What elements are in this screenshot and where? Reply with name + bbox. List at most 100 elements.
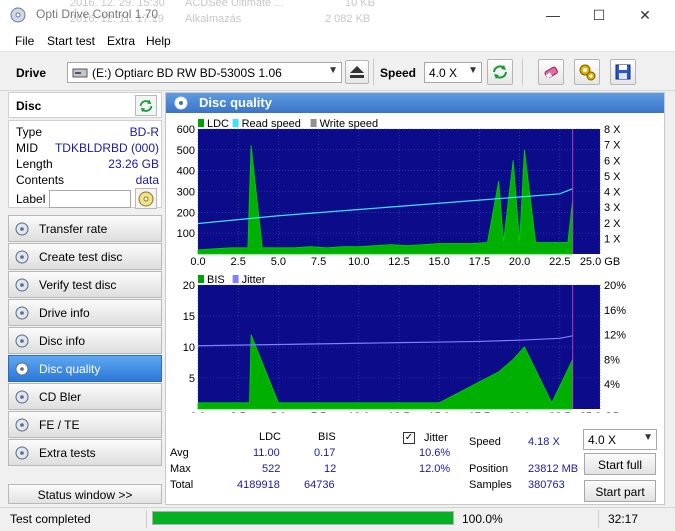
- ldc-chart-x-tick: 20.0: [509, 256, 530, 268]
- toolbar-separator: [522, 59, 523, 85]
- status-window-button[interactable]: Status window >>: [8, 484, 162, 504]
- test-speed-select[interactable]: 4.0 X ▼: [583, 429, 657, 450]
- ldc-chart-y2-tick: 5 X: [604, 171, 621, 183]
- speed-select[interactable]: 4.0 X ▼: [424, 62, 482, 83]
- status-separator: [146, 510, 147, 528]
- start-full-button[interactable]: Start full: [584, 453, 656, 475]
- nav-disc-icon: [15, 250, 29, 264]
- bis-chart-x-tick: 5.0: [271, 411, 286, 413]
- ldc-chart-x-tick: 5.0: [271, 256, 286, 268]
- bis-chart-y2-tick: 12%: [604, 330, 626, 342]
- speed-label: Speed: [380, 66, 417, 80]
- save-icon: [615, 64, 631, 80]
- menu-file[interactable]: File: [15, 34, 34, 48]
- ldc-chart-x-tick: 10.0: [348, 256, 369, 268]
- jitter-checkbox[interactable]: ✓: [403, 432, 415, 444]
- nav-disc-icon: [15, 222, 29, 236]
- nav-item-drive-info[interactable]: Drive info: [8, 299, 162, 326]
- nav-item-transfer-rate[interactable]: Transfer rate: [8, 215, 162, 242]
- nav-item-disc-info[interactable]: Disc info: [8, 327, 162, 354]
- ldc-chart-y2-tick: 3 X: [604, 202, 621, 214]
- disc-mid-key: MID: [16, 141, 38, 155]
- bis-chart-x-tick: 7.5: [311, 411, 326, 413]
- disc-header: Disc: [8, 92, 162, 118]
- position-value: 23812 MB: [528, 463, 579, 475]
- disc-refresh-button[interactable]: [135, 95, 157, 116]
- drive-select[interactable]: (E:) Optiarc BD RW BD-5300S 1.06 ▼: [67, 62, 342, 83]
- ldc-chart-y-tick: 300: [177, 187, 195, 199]
- bis-chart-y-tick: 15: [183, 311, 195, 323]
- menu-help[interactable]: Help: [146, 34, 171, 48]
- disc-mid-value: TDKBLDRBD (000): [54, 141, 159, 155]
- nav-item-label: Extra tests: [39, 446, 96, 460]
- total-ldc: 4189918: [237, 479, 280, 491]
- nav-disc-icon: [15, 278, 29, 292]
- disc-label-button[interactable]: [135, 188, 157, 209]
- menu-start-test[interactable]: Start test: [47, 34, 95, 48]
- background-name-1: ACDSee Ultimate ...: [185, 0, 284, 9]
- progress-bar: [152, 511, 454, 525]
- ldc-chart-x-tick: 17.5: [469, 256, 490, 268]
- position-label: Position: [469, 463, 509, 475]
- eject-button[interactable]: [345, 60, 369, 84]
- close-button[interactable]: ✕: [622, 0, 668, 30]
- background-name-2: Alkalmazás: [185, 13, 242, 25]
- ldc-chart-legend-swatch: [232, 119, 239, 127]
- ldc-chart-x-tick: 22.5: [549, 256, 570, 268]
- disc-type-value: BD-R: [129, 125, 159, 139]
- nav-item-fe-te[interactable]: FE / TE: [8, 411, 162, 438]
- progress-text: 100.0%: [462, 512, 503, 526]
- bis-chart-legend-swatch: [232, 275, 239, 283]
- ldc-chart-x-tick: 7.5: [311, 256, 326, 268]
- disc-quality-panel: Disc quality LDC Read speed Write speed 0.0…: [165, 92, 665, 505]
- bis-chart-y-tick: 10: [183, 342, 195, 354]
- ldc-chart-y2-tick: 4 X: [604, 187, 621, 199]
- nav-item-label: Drive info: [39, 306, 90, 320]
- nav-disc-icon: [15, 446, 29, 460]
- minimize-button[interactable]: —: [530, 0, 576, 30]
- nav-item-cd-bler[interactable]: CD Bler: [8, 383, 162, 410]
- disc-info-box: Type BD-R MID TDKBLDRBD (000) Length 23.…: [8, 120, 162, 209]
- eject-icon: [350, 66, 364, 78]
- bis-chart-y2-tick: 16%: [604, 305, 626, 317]
- nav-item-create-test-disc[interactable]: Create test disc: [8, 243, 162, 270]
- nav-item-label: Verify test disc: [39, 278, 117, 292]
- speed-stat-label: Speed: [469, 436, 501, 448]
- erase-button[interactable]: [538, 59, 564, 85]
- disc-quality-header: Disc quality: [166, 93, 664, 113]
- ldc-chart-y2-tick: 1 X: [604, 233, 621, 245]
- menu-extra[interactable]: Extra: [107, 34, 135, 48]
- test-speed-value: 4.0 X: [588, 433, 617, 447]
- app-disc-icon: [10, 7, 26, 23]
- ldc-chart-legend-swatch: [310, 119, 317, 127]
- maximize-button[interactable]: ☐: [576, 0, 622, 30]
- nav-item-label: FE / TE: [39, 418, 80, 432]
- disc-contents-key: Contents: [16, 173, 65, 187]
- disc-label-input[interactable]: [49, 190, 131, 208]
- refresh-speed-button[interactable]: [487, 59, 513, 85]
- speed-stat-value: 4.18 X: [528, 436, 560, 448]
- ldc-chart-y2-tick: 7 X: [604, 140, 621, 152]
- elapsed-time: 32:17: [608, 512, 639, 526]
- nav-disc-icon: [15, 334, 29, 348]
- nav-item-disc-quality[interactable]: Disc quality: [8, 355, 162, 382]
- eraser-icon: [544, 66, 558, 79]
- bis-chart-x-tick: 2.5: [231, 411, 246, 413]
- bis-chart-x-tick: 15.0: [428, 411, 449, 413]
- nav-item-extra-tests[interactable]: Extra tests: [8, 439, 162, 466]
- nav-item-label: Transfer rate: [39, 222, 108, 236]
- progress-bar-fill: [153, 512, 453, 524]
- ldc-chart-y-tick: 600: [177, 124, 195, 136]
- refresh-icon: [139, 99, 153, 112]
- settings-button[interactable]: [574, 59, 600, 85]
- chevron-down-icon: ▼: [643, 432, 653, 443]
- ldc-chart-x-tick: 2.5: [231, 256, 246, 268]
- nav-item-label: Create test disc: [39, 250, 123, 264]
- bis-chart-x-tick: 17.5: [469, 411, 490, 413]
- disc-length-row: Length 23.26 GB: [16, 157, 159, 173]
- nav-item-verify-test-disc[interactable]: Verify test disc: [8, 271, 162, 298]
- bis-chart-y2-tick: 4%: [604, 379, 620, 391]
- start-part-button[interactable]: Start part: [584, 480, 656, 502]
- disc-header-title: Disc: [16, 99, 42, 113]
- save-button[interactable]: [610, 59, 636, 85]
